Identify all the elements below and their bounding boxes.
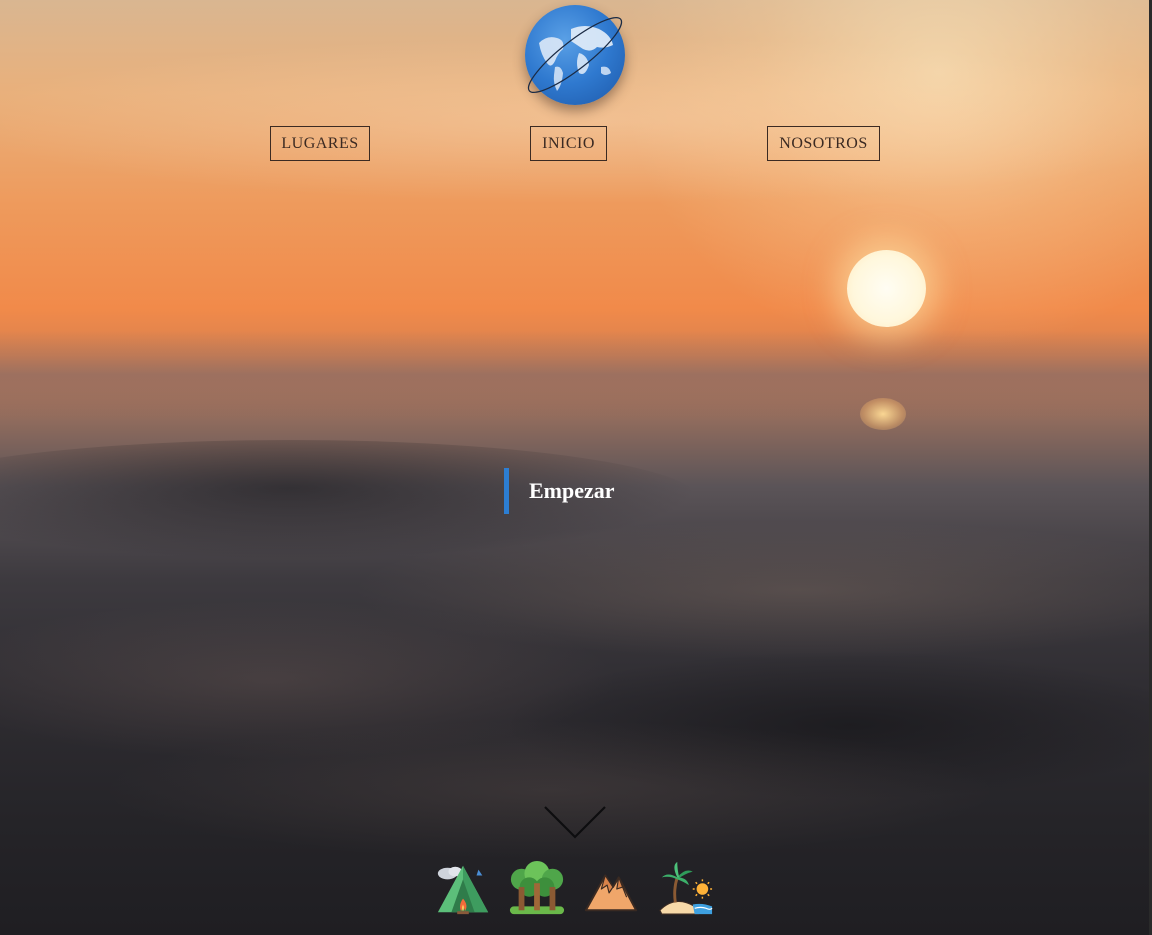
mountain-icon[interactable] (582, 860, 640, 918)
start-accent-bar (504, 468, 509, 514)
camping-tent-icon[interactable] (434, 860, 492, 918)
nav-nosotros[interactable]: NOSOTROS (767, 126, 880, 161)
start-label: Empezar (529, 478, 615, 503)
nav-inicio[interactable]: INICIO (530, 126, 607, 161)
beach-island-icon[interactable] (656, 860, 714, 918)
horizon-haze (0, 330, 1152, 420)
sun-reflection (860, 398, 906, 430)
nav-lugares[interactable]: LUGARES (270, 126, 370, 161)
start-button[interactable]: Empezar (504, 468, 615, 514)
globe-map (527, 17, 623, 93)
forest-icon[interactable] (508, 860, 566, 918)
category-icons (434, 860, 714, 920)
chevron-down-icon[interactable] (543, 805, 607, 841)
globe-icon[interactable] (525, 5, 625, 105)
sun (847, 250, 926, 327)
